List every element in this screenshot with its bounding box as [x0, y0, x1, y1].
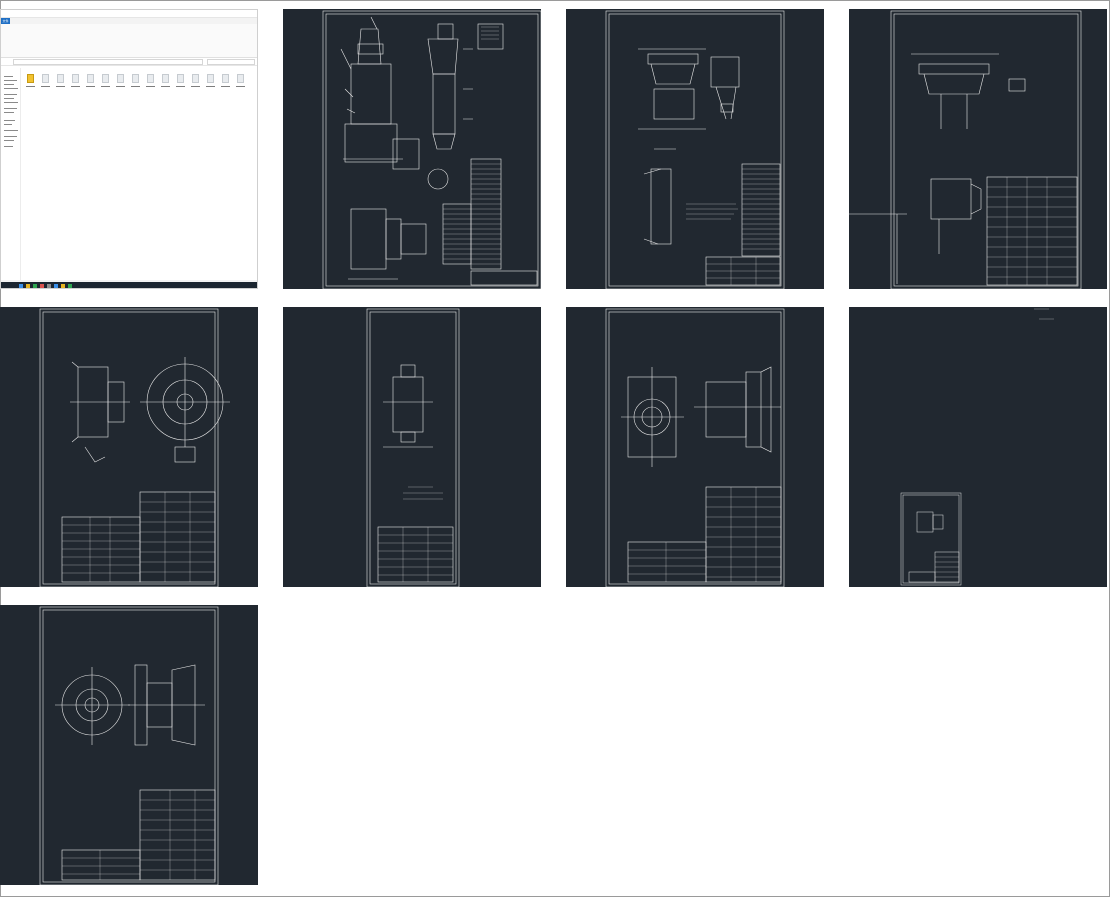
- explorer-file-icon[interactable]: [222, 74, 229, 83]
- explorer-file-label: [206, 86, 215, 87]
- explorer-nav-item[interactable]: [4, 84, 14, 85]
- explorer-nav-item[interactable]: [4, 94, 17, 95]
- taskbar-app-icon[interactable]: [26, 284, 30, 288]
- explorer-file-icon[interactable]: [72, 74, 79, 83]
- drawing-bearing-seat-assembly: [39, 606, 219, 885]
- explorer-file-icon[interactable]: [162, 74, 169, 83]
- explorer-file-label: [26, 86, 35, 87]
- explorer-file-label: [161, 86, 170, 87]
- explorer-file-label: [236, 86, 245, 87]
- drawing-thumbnail-assembly-side[interactable]: [849, 9, 1107, 289]
- explorer-nav-item[interactable]: [4, 102, 18, 103]
- explorer-nav-pane: [1, 68, 21, 280]
- explorer-nav-item[interactable]: [4, 88, 18, 89]
- explorer-file-icon[interactable]: [27, 74, 34, 83]
- explorer-file-icon[interactable]: [132, 74, 139, 83]
- explorer-nav-item[interactable]: [4, 108, 17, 109]
- explorer-nav-item[interactable]: [4, 130, 18, 131]
- explorer-nav-item[interactable]: [4, 136, 17, 137]
- drawing-thumbnail-small-sheet[interactable]: [849, 307, 1107, 587]
- drawing-pulley-assembly: [39, 308, 230, 587]
- explorer-file-label: [71, 86, 80, 87]
- explorer-file-icon[interactable]: [177, 74, 184, 83]
- windows-taskbar: [1, 282, 257, 288]
- explorer-file-label: [41, 86, 50, 87]
- explorer-file-icon[interactable]: [192, 74, 199, 83]
- explorer-file-label: [191, 86, 200, 87]
- taskbar-app-icon[interactable]: [19, 284, 23, 288]
- explorer-search-box[interactable]: [207, 59, 255, 65]
- drawing-small-sheet: [900, 308, 1054, 586]
- explorer-file-label: [176, 86, 185, 87]
- explorer-file-label: [56, 86, 65, 87]
- explorer-file-label: [86, 86, 95, 87]
- drawing-shaft-part: [366, 308, 460, 587]
- explorer-nav-item[interactable]: [4, 76, 13, 77]
- taskbar-app-icon[interactable]: [40, 284, 44, 288]
- explorer-nav-item[interactable]: [4, 124, 12, 125]
- drawing-thumbnail-pulley-assembly[interactable]: [0, 307, 258, 587]
- explorer-file-icon[interactable]: [117, 74, 124, 83]
- explorer-file-icon[interactable]: [237, 74, 244, 83]
- explorer-file-label: [221, 86, 230, 87]
- explorer-nav-item[interactable]: [4, 80, 17, 81]
- explorer-title-bar: [1, 10, 257, 18]
- explorer-nav-item[interactable]: [4, 146, 13, 147]
- explorer-nav-item[interactable]: [4, 112, 14, 113]
- taskbar-app-icon[interactable]: [47, 284, 51, 288]
- explorer-path-box[interactable]: [13, 59, 203, 65]
- taskbar-app-icon[interactable]: [68, 284, 72, 288]
- explorer-file-label: [131, 86, 140, 87]
- drawing-assembly-section: [605, 10, 785, 289]
- drawing-thumbnail-bearing-seat-assembly[interactable]: [0, 605, 258, 885]
- explorer-nav-item[interactable]: [4, 98, 14, 99]
- explorer-nav-item[interactable]: [4, 120, 15, 121]
- taskbar-app-icon[interactable]: [33, 284, 37, 288]
- taskbar-app-icon[interactable]: [61, 284, 65, 288]
- explorer-file-grid: [23, 70, 257, 110]
- explorer-ribbon: [1, 24, 257, 58]
- explorer-nav-item[interactable]: [4, 140, 14, 141]
- drawing-thumbnail-shaft-part[interactable]: [283, 307, 541, 587]
- explorer-file-label: [101, 86, 110, 87]
- drawing-thumbnail-assembly-section[interactable]: [566, 9, 824, 289]
- explorer-file-label: [146, 86, 155, 87]
- explorer-file-icon[interactable]: [42, 74, 49, 83]
- explorer-address-bar: [1, 58, 257, 66]
- explorer-file-icon[interactable]: [102, 74, 109, 83]
- drawing-thumbnail-flange-assembly[interactable]: [566, 307, 824, 587]
- explorer-file-label: [116, 86, 125, 87]
- drawing-flange-assembly: [605, 308, 785, 587]
- taskbar-app-icon[interactable]: [54, 284, 58, 288]
- explorer-file-icon[interactable]: [207, 74, 214, 83]
- explorer-file-icon[interactable]: [147, 74, 154, 83]
- explorer-screenshot-thumbnail[interactable]: 文件: [0, 9, 258, 289]
- explorer-file-icon[interactable]: [87, 74, 94, 83]
- drawing-thumbnail-assembly-general[interactable]: [283, 9, 541, 289]
- drawing-assembly-general: [322, 10, 541, 289]
- drawing-assembly-side: [849, 10, 1082, 289]
- explorer-file-icon[interactable]: [57, 74, 64, 83]
